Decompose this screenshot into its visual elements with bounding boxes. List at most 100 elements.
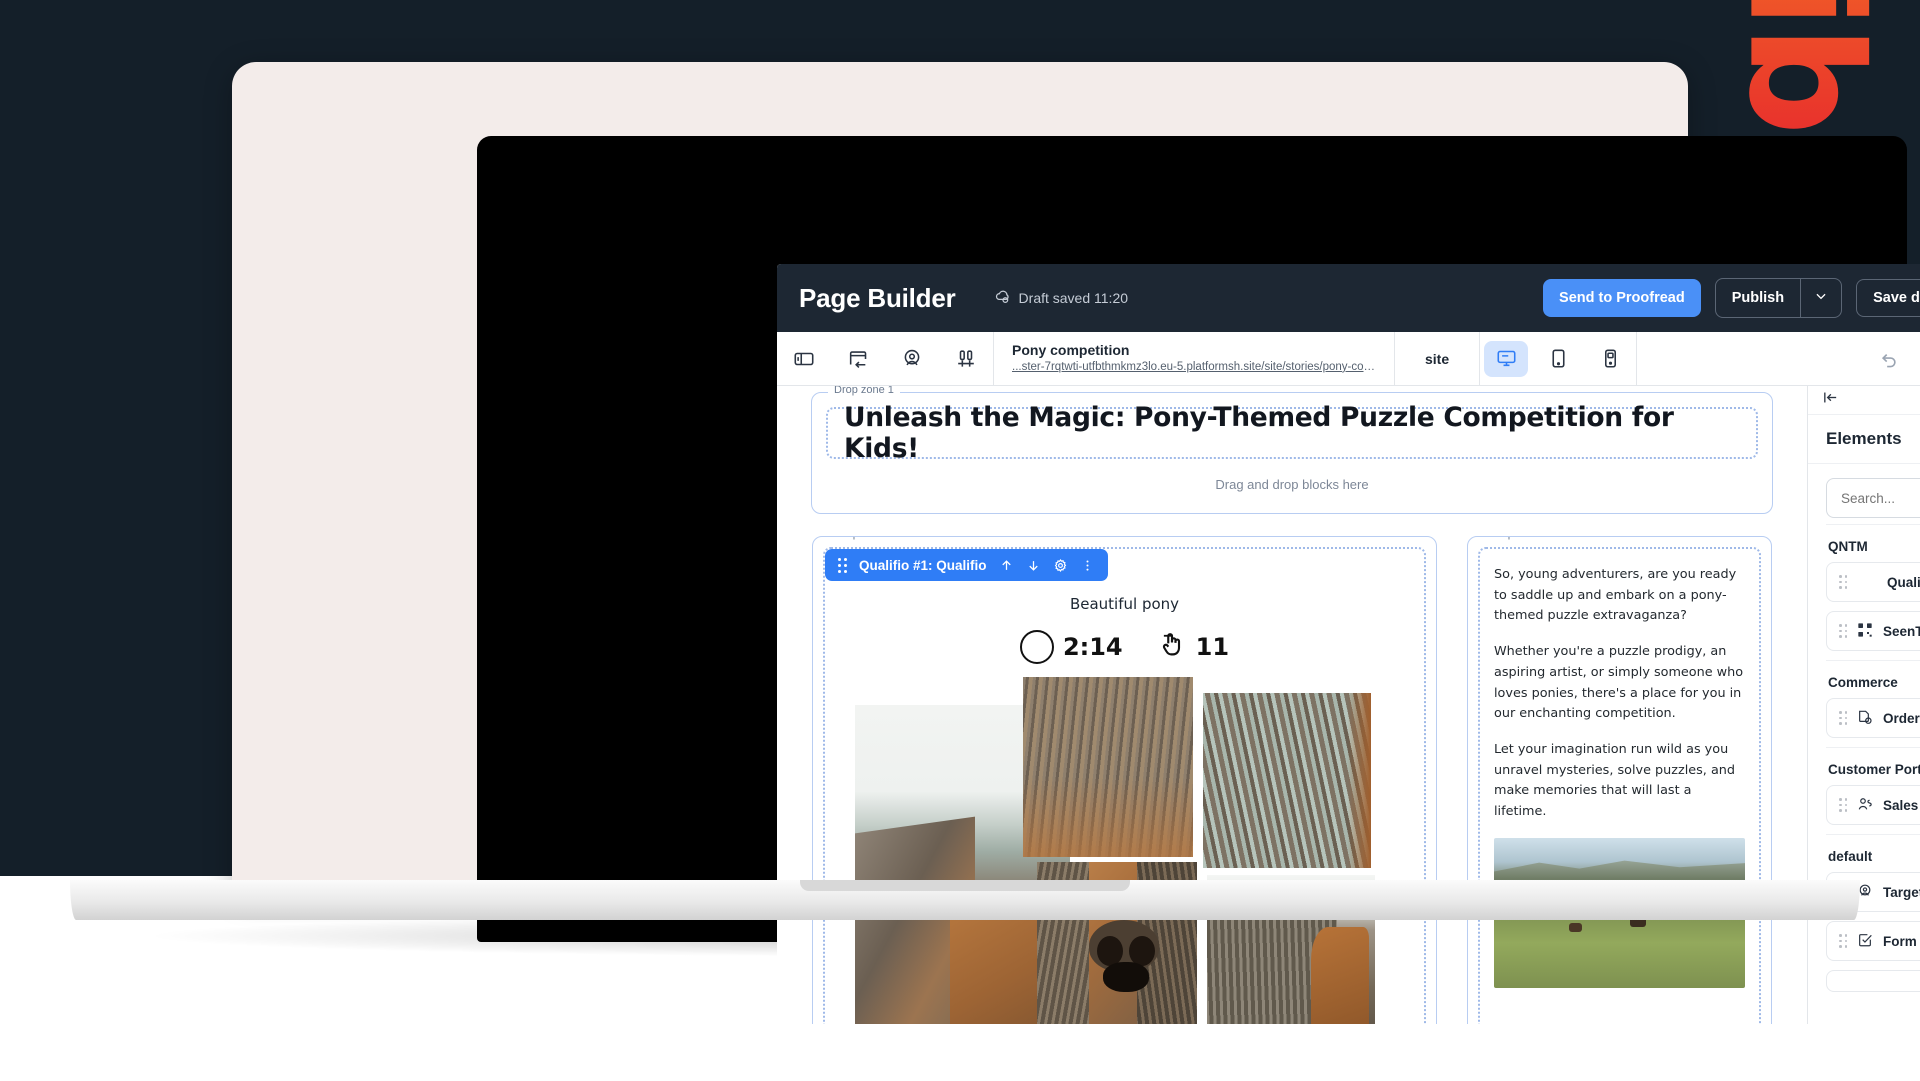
element-group-name: Commerce bbox=[1828, 675, 1898, 690]
app-header: Page Builder Draft saved 11:20 Send to P… bbox=[777, 264, 1920, 332]
drop-zone-3[interactable]: Drop zone 3 So, young adventurers, are y… bbox=[1467, 536, 1772, 1024]
toolbar-left-icons bbox=[777, 332, 993, 385]
drop-zone-2-label: Drop zone 2 bbox=[829, 537, 901, 540]
gear-icon[interactable] bbox=[1053, 558, 1068, 573]
window-move-icon[interactable] bbox=[831, 332, 885, 386]
paragraph: So, young adventurers, are you ready to … bbox=[1494, 567, 1737, 624]
quiz-timer: 2:14 bbox=[1019, 630, 1123, 664]
device-desktop-button[interactable] bbox=[1484, 340, 1529, 377]
header-actions: Send to Proofread Publish Save draft Del… bbox=[1543, 278, 1920, 318]
element-item-orders[interactable]: Orders bbox=[1826, 698, 1920, 738]
puzzle-piece-top-right bbox=[1202, 693, 1371, 868]
hand-click-icon bbox=[1157, 629, 1187, 665]
qualifio-block[interactable]: Qualifio #1: Qualifio Beautiful pony 2:1… bbox=[823, 547, 1426, 1024]
element-group-customer-portal: Customer Portal Sales Repre bbox=[1826, 747, 1920, 825]
drag-grip-icon[interactable] bbox=[1839, 624, 1847, 638]
quiz-timer-value: 2:14 bbox=[1062, 633, 1123, 661]
drop-zone-1-hint: Drag and drop blocks here bbox=[1215, 477, 1369, 492]
element-item-label: Orders bbox=[1883, 710, 1920, 726]
qr-icon bbox=[1857, 622, 1873, 641]
send-to-proofread-button[interactable]: Send to Proofread bbox=[1543, 279, 1701, 317]
paragraph: Whether you're a puzzle prodigy, an aspi… bbox=[1494, 644, 1744, 722]
qualifio-block-title: Qualifio #1: Qualifio bbox=[859, 557, 987, 573]
richtext-block[interactable]: So, young adventurers, are you ready to … bbox=[1478, 547, 1761, 1024]
element-item-label: Targeting bbox=[1883, 884, 1920, 900]
element-group-header[interactable]: Commerce bbox=[1826, 660, 1920, 698]
laptop-base bbox=[70, 880, 1860, 920]
element-item-label: SeenThis bbox=[1883, 623, 1920, 639]
element-item-seenthis[interactable]: SeenThis bbox=[1826, 611, 1920, 651]
laptop-mockup: Page Builder Draft saved 11:20 Send to P… bbox=[0, 0, 1920, 1081]
panel-collapse-row[interactable] bbox=[1808, 386, 1920, 415]
page-canvas: Drop zone 1 Unleash the Magic: Pony-Them… bbox=[777, 386, 1807, 1024]
puzzle-piece-top-middle bbox=[1022, 677, 1193, 857]
page-title: Page Builder bbox=[799, 282, 956, 313]
drop-zone-1-label: Drop zone 1 bbox=[828, 386, 900, 396]
device-switcher bbox=[1480, 332, 1636, 385]
quiz-moves: 11 bbox=[1157, 629, 1229, 665]
drag-grip-icon[interactable] bbox=[1839, 711, 1847, 725]
panel-body: QNTM Qualifio bbox=[1808, 464, 1920, 1004]
publish-dropdown-toggle[interactable] bbox=[1800, 279, 1841, 317]
element-group-qntm: QNTM Qualifio bbox=[1826, 524, 1920, 651]
element-item-partial[interactable] bbox=[1826, 970, 1920, 992]
element-item-qualifio[interactable]: Qualifio bbox=[1826, 562, 1920, 602]
quiz-stats: 2:14 11 bbox=[825, 629, 1424, 665]
redo-arrow-icon[interactable] bbox=[1916, 332, 1920, 386]
qualifio-block-header[interactable]: Qualifio #1: Qualifio bbox=[825, 549, 1108, 581]
laptop-bezel: Page Builder Draft saved 11:20 Send to P… bbox=[477, 136, 1920, 1024]
richtext-content: So, young adventurers, are you ready to … bbox=[1494, 565, 1745, 823]
site-selector[interactable]: site bbox=[1395, 351, 1479, 367]
element-group-header[interactable]: default bbox=[1826, 834, 1920, 872]
puzzle-image-grid bbox=[854, 677, 1395, 1024]
element-group-header[interactable]: QNTM bbox=[1826, 524, 1920, 562]
element-group-name: default bbox=[1828, 849, 1873, 864]
heading-text: Unleash the Magic: Pony-Themed Puzzle Co… bbox=[844, 402, 1674, 464]
target-user-icon[interactable] bbox=[885, 332, 939, 386]
cloud-saved-icon bbox=[994, 288, 1011, 308]
orders-icon bbox=[1857, 709, 1873, 728]
search-input[interactable] bbox=[1826, 478, 1920, 518]
save-draft-button[interactable]: Save draft bbox=[1856, 279, 1920, 317]
split-columns-icon[interactable] bbox=[939, 332, 993, 386]
drop-zone-2[interactable]: Drop zone 2 Qualifio #1: Qualifio bbox=[812, 536, 1437, 1024]
checkbox-form-icon bbox=[1857, 932, 1873, 951]
element-item-label: Sales Representative bbox=[1883, 797, 1920, 813]
circle-timer-icon bbox=[1019, 630, 1054, 664]
device-tablet-button[interactable] bbox=[1536, 341, 1580, 377]
drop-zone-3-label: Drop zone 3 bbox=[1484, 537, 1556, 540]
draft-status-text: Draft saved 11:20 bbox=[1018, 290, 1129, 306]
drag-grip-icon[interactable] bbox=[838, 557, 847, 573]
element-item-label: Form bbox=[1883, 933, 1917, 949]
arrow-down-icon[interactable] bbox=[1026, 558, 1041, 573]
collapse-panel-icon[interactable] bbox=[1822, 389, 1839, 411]
element-item-label: Qualifio bbox=[1887, 574, 1920, 590]
publish-button[interactable]: Publish bbox=[1716, 279, 1800, 317]
quiz-moves-value: 11 bbox=[1195, 633, 1230, 661]
publish-split-button[interactable]: Publish bbox=[1714, 278, 1843, 318]
element-item-sales-representative[interactable]: Sales Representative bbox=[1826, 785, 1920, 825]
drag-grip-icon[interactable] bbox=[1839, 575, 1847, 589]
element-item-form[interactable]: Form bbox=[1826, 921, 1920, 961]
chevron-down-icon bbox=[1814, 289, 1828, 308]
paragraph: Let your imagination run wild as you unr… bbox=[1494, 742, 1736, 820]
page-info[interactable]: Pony competition ...ster-7rqtwti-utfbthm… bbox=[994, 332, 1394, 385]
element-group-header[interactable]: Customer Portal bbox=[1826, 747, 1920, 785]
user-badge-icon bbox=[1857, 796, 1873, 815]
elements-panel: Elements QNTM Qualifio bbox=[1807, 386, 1920, 1024]
page-url[interactable]: ...ster-7rqtwti-utfbthmkmz3lo.eu-5.platf… bbox=[1012, 360, 1376, 375]
device-mobile-button[interactable] bbox=[1588, 341, 1632, 377]
page-name: Pony competition bbox=[1012, 342, 1130, 359]
heading-block[interactable]: Unleash the Magic: Pony-Themed Puzzle Co… bbox=[826, 402, 1758, 464]
sidebar-panel-icon[interactable] bbox=[777, 332, 831, 386]
arrow-up-icon[interactable] bbox=[999, 558, 1014, 573]
drag-grip-icon[interactable] bbox=[1839, 798, 1847, 812]
panel-title: Elements bbox=[1808, 415, 1920, 464]
editor-toolbar: Pony competition ...ster-7rqtwti-utfbthm… bbox=[777, 331, 1920, 386]
drop-zone-1[interactable]: Drop zone 1 Unleash the Magic: Pony-Them… bbox=[811, 386, 1773, 514]
drag-grip-icon[interactable] bbox=[1839, 934, 1847, 948]
toolbar-divider-4 bbox=[1636, 331, 1638, 386]
element-group-name: QNTM bbox=[1828, 539, 1868, 554]
kebab-menu-icon[interactable] bbox=[1080, 558, 1095, 573]
undo-arrow-icon[interactable] bbox=[1862, 332, 1916, 386]
